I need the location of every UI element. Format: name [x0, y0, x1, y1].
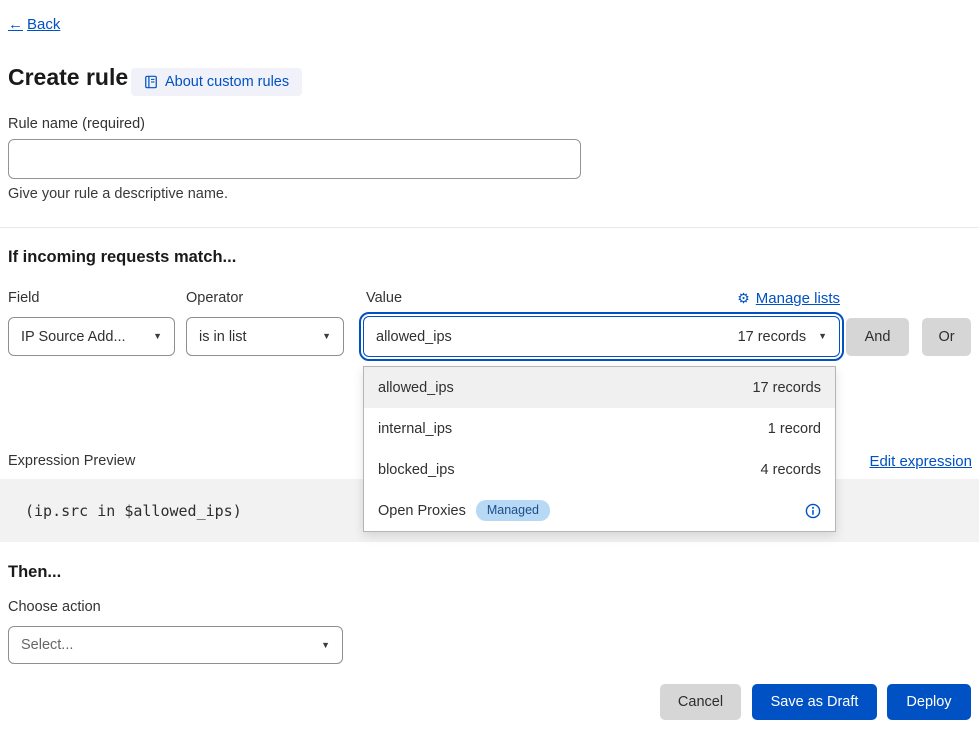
cancel-button[interactable]: Cancel — [660, 684, 741, 720]
list-option-records: 1 record — [768, 421, 821, 437]
action-select-placeholder: Select... — [21, 637, 73, 653]
value-select-records: 17 records — [738, 329, 807, 345]
back-label: Back — [27, 16, 60, 33]
about-custom-rules-link[interactable]: About custom rules — [131, 68, 302, 96]
field-select[interactable]: IP Source Add... ▼ — [8, 317, 175, 356]
list-option-name: allowed_ips — [378, 380, 454, 396]
edit-expression-link[interactable]: Edit expression — [869, 453, 972, 470]
rule-name-input[interactable] — [8, 139, 581, 179]
list-option-blocked-ips[interactable]: blocked_ips 4 records — [364, 449, 835, 490]
rule-name-help-text: Give your rule a descriptive name. — [8, 186, 228, 202]
manage-lists-link[interactable]: ⚙ Manage lists — [737, 290, 840, 307]
operator-select[interactable]: is in list ▼ — [186, 317, 344, 356]
then-section-title: Then... — [8, 563, 61, 582]
gear-icon: ⚙ — [737, 290, 750, 307]
book-icon — [144, 75, 158, 89]
list-option-open-proxies[interactable]: Open Proxies Managed — [364, 490, 835, 531]
chevron-down-icon: ▼ — [322, 332, 331, 341]
operator-select-value: is in list — [199, 329, 247, 345]
create-rule-page: ←Back Create rule About custom rules Rul… — [0, 0, 979, 739]
rule-name-label: Rule name (required) — [8, 116, 145, 132]
list-option-records: 17 records — [752, 380, 821, 396]
operator-label: Operator — [186, 290, 243, 306]
list-option-internal-ips[interactable]: internal_ips 1 record — [364, 408, 835, 449]
or-button[interactable]: Or — [922, 318, 971, 356]
save-as-draft-button[interactable]: Save as Draft — [752, 684, 877, 720]
deploy-button[interactable]: Deploy — [887, 684, 971, 720]
page-title: Create rule — [8, 64, 128, 91]
list-option-records: 4 records — [761, 462, 821, 478]
value-dropdown-menu: allowed_ips 17 records internal_ips 1 re… — [363, 366, 836, 532]
list-option-name: Open Proxies — [378, 503, 466, 519]
manage-lists-label: Manage lists — [756, 290, 840, 307]
expression-preview-label: Expression Preview — [8, 453, 135, 469]
chevron-down-icon: ▼ — [321, 641, 330, 650]
chevron-down-icon: ▼ — [818, 332, 827, 341]
list-option-name: blocked_ips — [378, 462, 455, 478]
field-label: Field — [8, 290, 39, 306]
about-custom-rules-label: About custom rules — [165, 74, 289, 90]
field-select-value: IP Source Add... — [21, 329, 126, 345]
expression-code: (ip.src in $allowed_ips) — [25, 502, 242, 520]
back-link[interactable]: ←Back — [8, 16, 60, 33]
action-select[interactable]: Select... ▼ — [8, 626, 343, 664]
info-icon[interactable] — [805, 503, 821, 519]
and-button[interactable]: And — [846, 318, 909, 356]
list-option-allowed-ips[interactable]: allowed_ips 17 records — [364, 367, 835, 408]
value-label: Value — [366, 290, 402, 306]
chevron-down-icon: ▼ — [153, 332, 162, 341]
section-divider — [0, 227, 979, 228]
match-section-title: If incoming requests match... — [8, 248, 236, 267]
value-select-value: allowed_ips — [376, 329, 452, 345]
list-option-name: internal_ips — [378, 421, 452, 437]
value-select[interactable]: allowed_ips 17 records ▼ — [363, 316, 840, 357]
back-arrow-icon: ← — [8, 16, 23, 33]
managed-badge: Managed — [476, 500, 550, 522]
choose-action-label: Choose action — [8, 599, 101, 615]
